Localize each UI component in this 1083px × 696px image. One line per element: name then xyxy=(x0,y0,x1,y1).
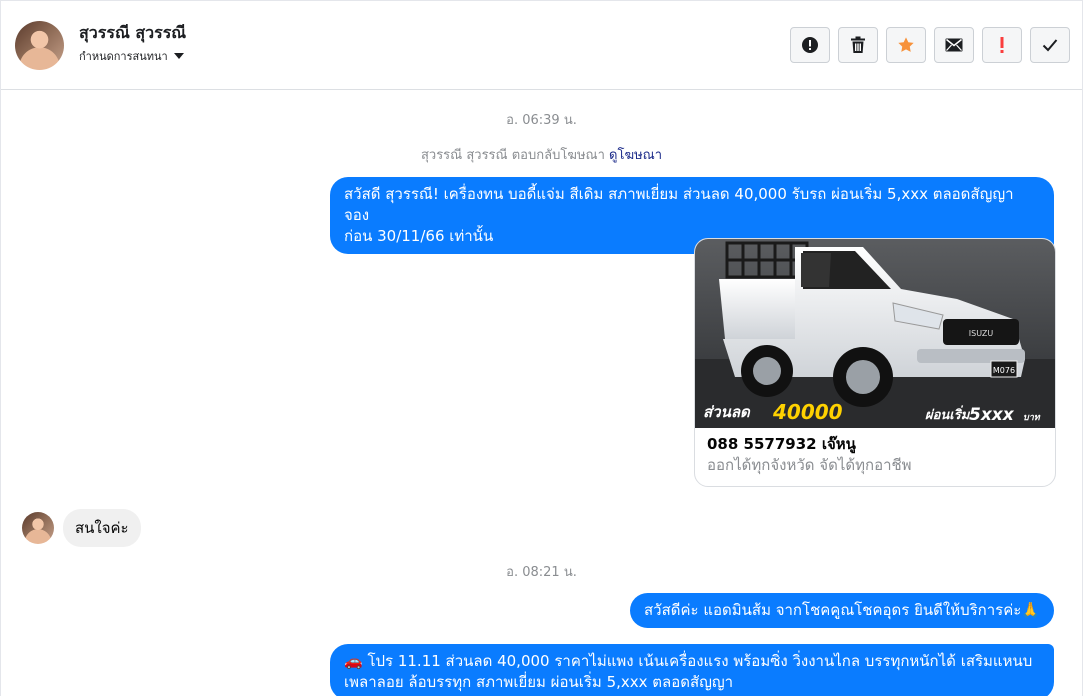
contact-name[interactable]: สุวรรณี สุวรรณี xyxy=(79,21,186,46)
exclamation-icon xyxy=(1000,37,1004,53)
plate-number: M076 xyxy=(993,366,1015,375)
conversation-pane: สุวรรณี สุวรรณี กำหนดการสนทนา อ. 06:39 น… xyxy=(0,0,1083,696)
contact-avatar-small[interactable] xyxy=(22,512,54,544)
trash-icon xyxy=(851,36,865,53)
timestamp: อ. 06:39 น. xyxy=(506,113,577,128)
ad-reply-text: สุวรรณี สุวรรณี ตอบกลับโฆษณา xyxy=(420,148,605,163)
timestamp: อ. 08:21 น. xyxy=(506,565,577,580)
star-button[interactable] xyxy=(886,27,926,63)
installment-price: 5xxx xyxy=(969,405,1015,425)
check-icon xyxy=(1042,39,1058,52)
mark-unread-button[interactable] xyxy=(934,27,974,63)
ad-reply-notice: สุวรรณี สุวรรณี ตอบกลับโฆษณา ดูโฆษณา xyxy=(1,144,1082,165)
message-line: สวัสดี สุวรรณี! เครื่องทน บอดี้แจ่ม สีเด… xyxy=(344,185,1014,224)
truck-brand: ISUZU xyxy=(969,329,994,338)
view-ad-link[interactable]: ดูโฆษณา xyxy=(609,148,662,163)
installment-label: ผ่อนเริ่ม xyxy=(925,405,971,423)
ad-card-subtitle: ออกได้ทุกจังหวัด จัดได้ทุกอาชีพ xyxy=(707,456,912,474)
installment-unit: บาท xyxy=(1023,413,1041,423)
ad-card[interactable]: ISUZU M076 ส่วนลด 40000 ผ่อนเริ่ม 5xxx บ… xyxy=(694,238,1056,487)
delete-button[interactable] xyxy=(838,27,878,63)
promo-label: ส่วนลด xyxy=(703,403,751,421)
conversation-toolbar xyxy=(790,27,1070,63)
contact-avatar[interactable] xyxy=(15,21,64,70)
caret-down-icon xyxy=(173,53,184,59)
important-button[interactable] xyxy=(982,27,1022,63)
alert-circle-icon xyxy=(802,37,818,53)
pickup-truck-image: ISUZU M076 ส่วนลด 40000 ผ่อนเริ่ม 5xxx บ… xyxy=(695,239,1055,428)
conversation-setting-dropdown[interactable]: กำหนดการสนทนา xyxy=(79,47,184,65)
report-button[interactable] xyxy=(790,27,830,63)
promo-amount: 40000 xyxy=(772,400,843,424)
done-button[interactable] xyxy=(1030,27,1070,63)
star-icon xyxy=(898,37,914,52)
message-line: เพลาลอย ล้อบรรทุก สภาพเยี่ยม ผ่อนเริ่ม 5… xyxy=(344,673,734,691)
conversation-header: สุวรรณี สุวรรณี กำหนดการสนทนา xyxy=(1,1,1082,90)
incoming-message: สนใจค่ะ xyxy=(63,509,141,547)
ad-image[interactable]: ISUZU M076 ส่วนลด 40000 ผ่อนเริ่ม 5xxx บ… xyxy=(695,239,1055,428)
envelope-icon xyxy=(945,38,963,52)
conversation-setting-label: กำหนดการสนทนา xyxy=(79,50,168,63)
outgoing-message: 🚗 โปร 11.11 ส่วนลด 40,000 ราคาไม่แพง เน้… xyxy=(330,644,1054,696)
message-line: 🚗 โปร 11.11 ส่วนลด 40,000 ราคาไม่แพง เน้… xyxy=(344,652,1033,670)
outgoing-message: สวัสดีค่ะ แอดมินส้ม จากโชคคูณโชคอุดร ยิน… xyxy=(630,593,1054,628)
